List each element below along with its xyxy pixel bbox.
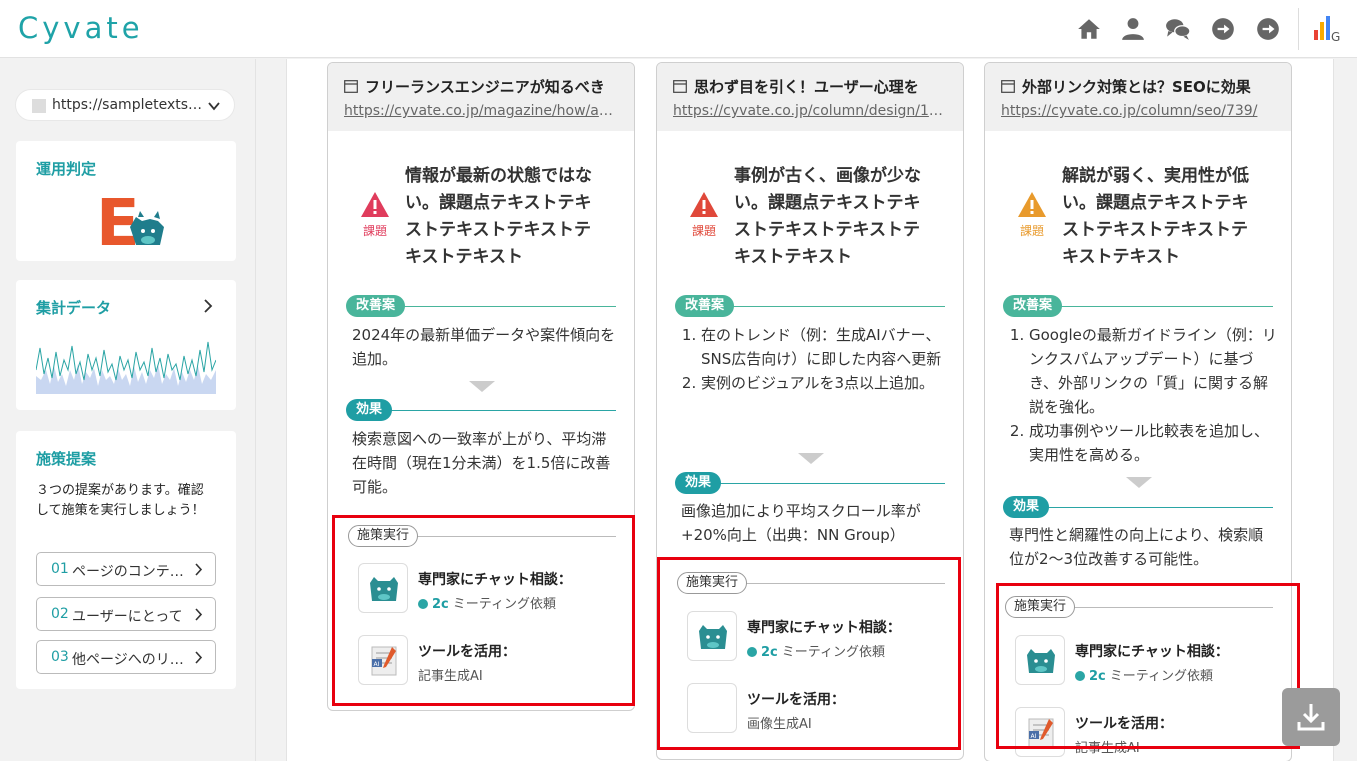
home-icon[interactable]	[1076, 16, 1102, 42]
issue-text: 事例が古く、画像が少ない。課題点テキストテキストテキストテキストテキストテキスト	[734, 166, 921, 267]
user-icon[interactable]	[1120, 16, 1146, 42]
sidebar: https://sampletextsa… 運用判定 E 集計データ 施策提案 …	[0, 59, 256, 761]
improve-label: 改善案	[346, 295, 406, 317]
improve-text: 在のトレンド（例：生成AIバナー、SNS広告向け）に即した内容へ更新 実例のビジ…	[681, 323, 949, 395]
effect-label: 効果	[675, 472, 722, 494]
chat-icon[interactable]	[1165, 16, 1191, 42]
page-title: 外部リンク対策とは？SEOに効果	[1022, 78, 1251, 96]
improve-list-item: 実例のビジュアルを3点以上追加。	[701, 371, 949, 395]
browser-window-icon	[344, 80, 358, 93]
issue-text: 解説が弱く、実用性が低い。課題点テキストテキストテキストテキストテキストテキスト	[1062, 166, 1249, 267]
chevron-right-icon	[195, 608, 203, 621]
svg-text:G: G	[1331, 30, 1340, 44]
grade-letter: E	[96, 189, 140, 249]
judgment-title: 運用判定	[36, 160, 97, 178]
summary-card[interactable]: 集計データ	[16, 280, 236, 410]
google-analytics-icon[interactable]: G	[1310, 14, 1344, 44]
improve-list-item: Googleの最新ガイドライン（例：リンクスパムアップデート）に基づき、外部リン…	[1029, 323, 1277, 419]
column-header: 外部リンク対策とは？SEOに効果 https://cyvate.co.jp/co…	[985, 63, 1291, 131]
improve-label: 改善案	[1003, 295, 1063, 317]
browser-window-icon	[673, 80, 687, 93]
url-select-value: https://sampletextsa…	[52, 97, 204, 113]
grade-badge: E	[96, 189, 164, 249]
issue-label: 課題	[1019, 224, 1044, 238]
page-url-link[interactable]: https://cyvate.co.jp/magazine/how/articl…	[344, 103, 618, 119]
section-line	[1025, 306, 1273, 307]
proposals-card: 施策提案 ３つの提案があります。確認して施策を実行しましょう！ 01 ページのコ…	[16, 431, 236, 689]
arrow-down-icon	[798, 453, 824, 464]
chevron-right-icon	[195, 651, 203, 664]
column-header: 思わず目を引く！ユーザー心理を https://cyvate.co.jp/col…	[657, 63, 963, 131]
proposal-number: 01	[51, 561, 69, 577]
download-button[interactable]	[1282, 688, 1340, 746]
improve-list-item: 成功事例やツール比較表を追加し、実用性を高める。	[1029, 419, 1277, 467]
chevron-down-icon	[208, 102, 220, 111]
highlight-box	[996, 583, 1300, 749]
issue-label: 課題	[691, 224, 716, 238]
improve-text: Googleの最新ガイドライン（例：リンクスパムアップデート）に基づき、外部リン…	[1009, 323, 1277, 467]
highlight-box	[657, 557, 961, 750]
proposal-label: ページのコンテンツ	[72, 564, 187, 580]
arrow-right-icon[interactable]	[1210, 16, 1236, 42]
column-header: フリーランスエンジニアが知るべき https://cyvate.co.jp/ma…	[328, 63, 634, 131]
effect-text: 検索意図への一致率が上がり、平均滞在時間（現在1分未満）を1.5倍に改善可能。	[352, 430, 611, 496]
url-select[interactable]: https://sampletextsa…	[15, 89, 235, 121]
app-logo[interactable]: Cyvate	[18, 11, 144, 45]
improve-label: 改善案	[675, 295, 735, 317]
proposals-description: ３つの提案があります。確認して施策を実行しましょう！	[36, 483, 205, 518]
proposal-label: ユーザーにとって	[72, 609, 183, 625]
improve-list: 在のトレンド（例：生成AIバナー、SNS広告向け）に即した内容へ更新 実例のビジ…	[701, 323, 949, 395]
header-divider	[1298, 8, 1299, 50]
section-line	[697, 306, 945, 307]
proposal-item-03[interactable]: 03 他ページへのリンク	[36, 640, 216, 674]
browser-window-icon	[1001, 80, 1015, 93]
summary-title: 集計データ	[36, 299, 112, 317]
proposal-item-01[interactable]: 01 ページのコンテンツ	[36, 552, 216, 586]
proposal-number: 03	[51, 649, 69, 665]
issue-label: 課題	[362, 224, 387, 238]
improve-text: 2024年の最新単価データや案件傾向を追加。	[352, 326, 616, 368]
proposal-number: 02	[51, 606, 69, 622]
judgment-card: 運用判定 E	[16, 141, 236, 261]
chevron-right-icon	[195, 563, 203, 576]
effect-text: 専門性と網羅性の向上により、検索順位が2〜3位改善する可能性。	[1009, 526, 1264, 568]
improve-list: Googleの最新ガイドライン（例：リンクスパムアップデート）に基づき、外部リン…	[1029, 323, 1277, 467]
improve-list-item: 在のトレンド（例：生成AIバナー、SNS広告向け）に即した内容へ更新	[701, 323, 949, 371]
page-url-link[interactable]: https://cyvate.co.jp/column/seo/739/	[1001, 103, 1275, 119]
chevron-right-icon[interactable]	[202, 298, 214, 314]
top-header: Cyvate G	[0, 0, 1357, 58]
section-line	[697, 483, 945, 484]
highlight-box	[332, 515, 635, 706]
section-line	[368, 410, 616, 411]
warning-icon	[361, 192, 389, 217]
favicon-placeholder	[32, 99, 46, 113]
arrow-down-icon	[469, 381, 495, 392]
proposal-item-02[interactable]: 02 ユーザーにとって	[36, 597, 216, 631]
warning-icon	[690, 192, 718, 217]
page-url-link[interactable]: https://cyvate.co.jp/column/design/1517/	[673, 103, 947, 119]
page-title: フリーランスエンジニアが知るべき	[365, 78, 605, 96]
effect-text: 画像追加により平均スクロール率が+20%向上（出典：NN Group）	[681, 502, 921, 544]
effect-label: 効果	[1003, 496, 1050, 518]
section-line	[368, 306, 616, 307]
section-line	[1025, 507, 1273, 508]
arrow-right-icon[interactable]	[1255, 16, 1281, 42]
arrow-down-icon	[1126, 477, 1152, 488]
warning-icon	[1018, 192, 1046, 217]
issue-text: 情報が最新の状態ではない。課題点テキストテキストテキストテキストテキストテキスト	[405, 166, 592, 267]
proposals-title: 施策提案	[36, 450, 97, 468]
download-icon	[1297, 704, 1325, 731]
effect-label: 効果	[346, 399, 393, 421]
proposal-label: 他ページへのリンク	[72, 652, 187, 668]
page-title: 思わず目を引く！ユーザー心理を	[694, 78, 919, 96]
sparkline-chart	[36, 341, 216, 394]
